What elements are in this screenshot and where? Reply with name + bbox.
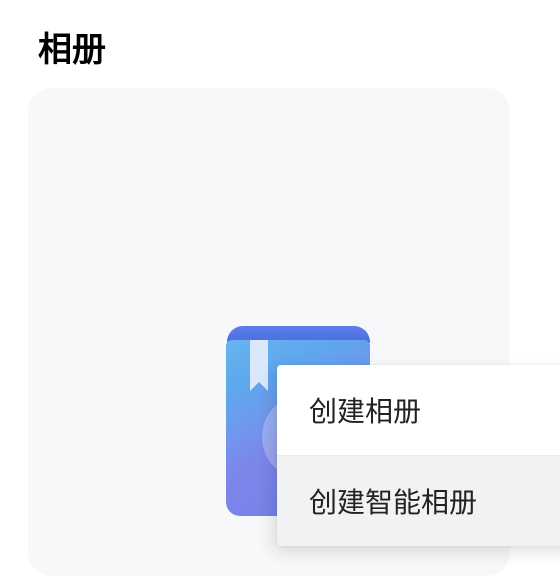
- menu-item-create-album[interactable]: 创建相册: [277, 365, 560, 455]
- create-album-context-menu: 创建相册 创建智能相册: [277, 365, 560, 546]
- menu-item-label: 创建智能相册: [309, 481, 477, 521]
- menu-item-label: 创建相册: [309, 390, 421, 430]
- page-title: 相册: [0, 0, 560, 71]
- bookmark-icon: [250, 340, 268, 382]
- menu-item-create-smart-album[interactable]: 创建智能相册: [277, 456, 560, 546]
